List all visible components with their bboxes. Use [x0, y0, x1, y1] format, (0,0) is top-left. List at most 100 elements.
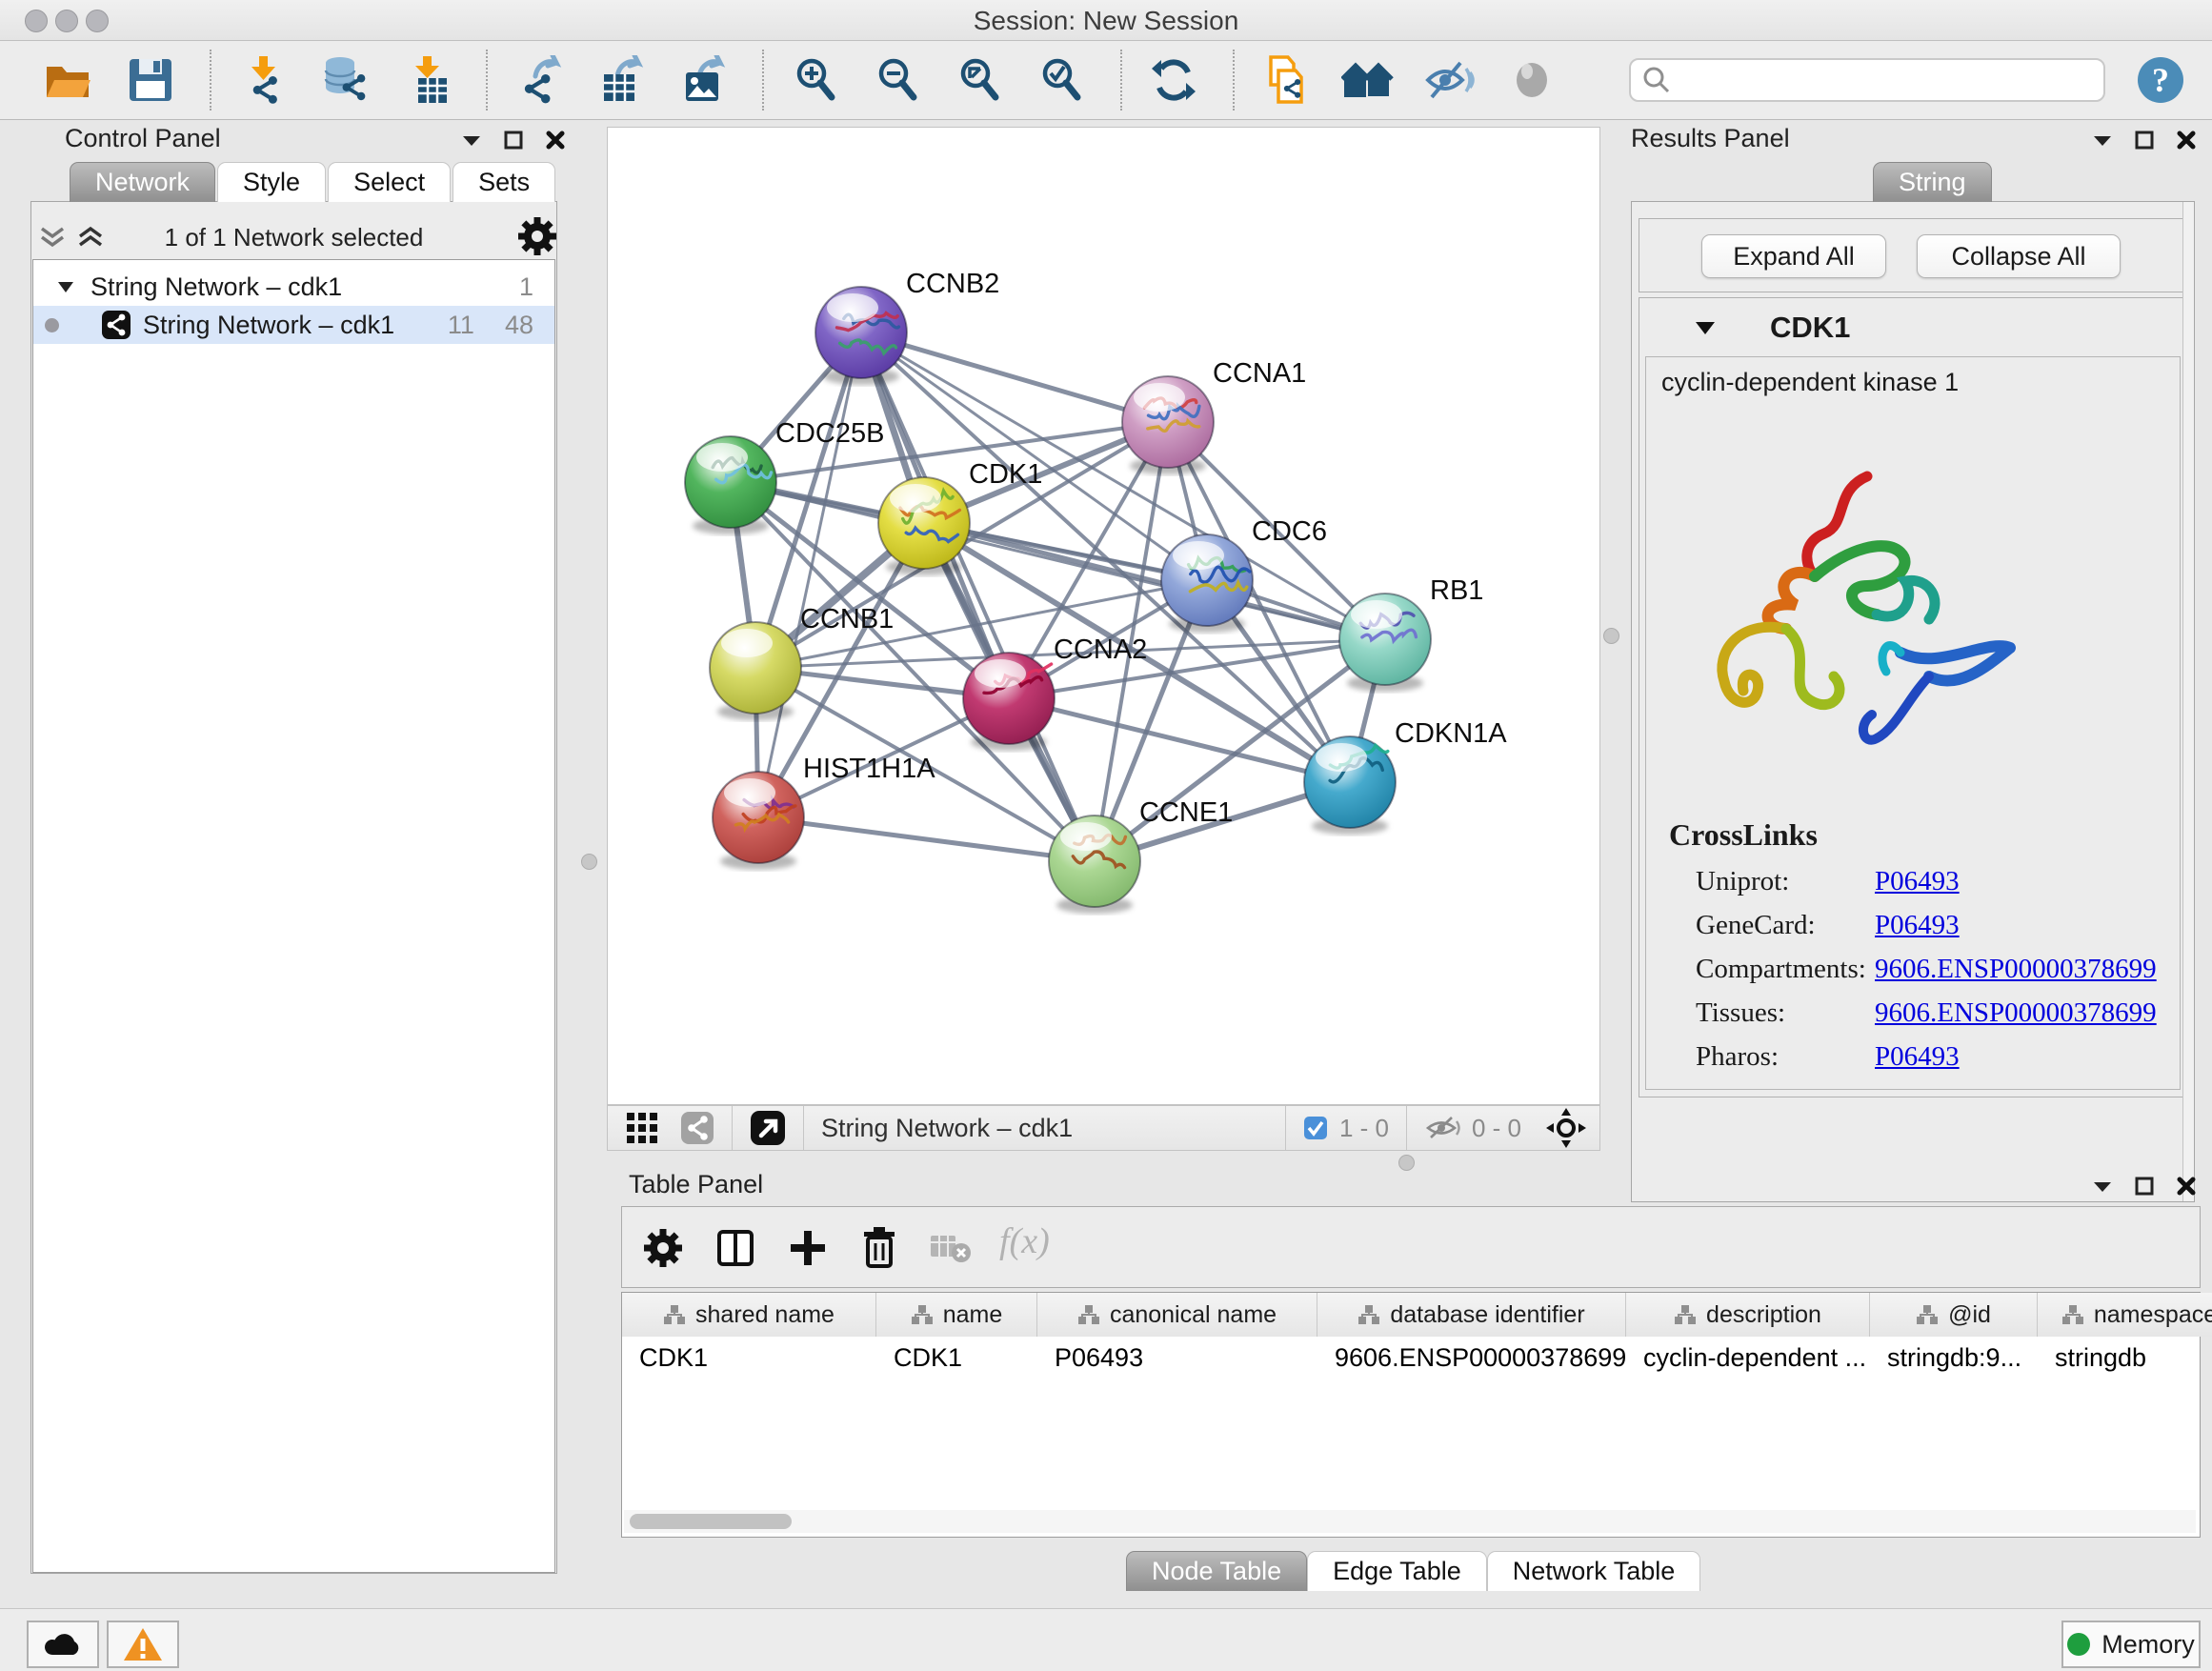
tab-edge-table[interactable]: Edge Table	[1307, 1551, 1487, 1591]
first-neighbors-icon[interactable]	[1341, 53, 1395, 107]
results-scrollbar[interactable]	[2182, 202, 2194, 1201]
warnings-button[interactable]	[107, 1621, 179, 1668]
panel-close-icon[interactable]	[2176, 1176, 2197, 1197]
network-tree-root-row[interactable]: String Network – cdk1 1	[33, 268, 554, 306]
network-share-icon[interactable]	[680, 1111, 714, 1145]
panel-float-icon[interactable]	[2134, 130, 2155, 151]
column-header--id[interactable]: @id	[1870, 1293, 2038, 1337]
column-header-description[interactable]: description	[1626, 1293, 1870, 1337]
delete-column-icon[interactable]	[858, 1226, 900, 1270]
import-database-icon[interactable]	[318, 53, 372, 107]
export-image-icon[interactable]	[676, 53, 730, 107]
show-all-icon[interactable]	[1505, 53, 1558, 107]
column-header-name[interactable]: name	[876, 1293, 1037, 1337]
memory-button[interactable]: Memory	[2061, 1621, 2201, 1668]
save-session-icon[interactable]	[124, 53, 177, 107]
zoom-out-icon[interactable]	[871, 53, 924, 107]
zoom-in-icon[interactable]	[789, 53, 842, 107]
selected-checkbox-icon[interactable]	[1303, 1116, 1328, 1140]
edge-CCNB2-HIST1H1A[interactable]	[758, 332, 861, 817]
zoom-fit-icon[interactable]	[953, 53, 1006, 107]
zoom-selected-icon[interactable]	[1035, 53, 1088, 107]
table-options-gear-icon[interactable]	[643, 1228, 683, 1268]
search-input[interactable]	[1629, 58, 2105, 102]
crosslink-link[interactable]: P06493	[1875, 1041, 1960, 1073]
crosslink-link[interactable]: 9606.ENSP00000378699	[1875, 954, 2157, 985]
network-options-gear-icon[interactable]	[518, 217, 556, 255]
collapse-all-button[interactable]: Collapse All	[1917, 234, 2121, 278]
hide-selected-icon[interactable]	[1423, 53, 1477, 107]
network-graph[interactable]: CCNB2CCNA1CDC25BCDK1CDC6RB1CCNB1CCNA2CDK…	[608, 128, 1599, 1104]
panel-menu-icon[interactable]	[2092, 132, 2113, 148]
panel-close-icon[interactable]	[545, 130, 566, 151]
birds-eye-view-icon[interactable]	[1546, 1108, 1586, 1148]
right-splitter-handle[interactable]	[1603, 628, 1619, 644]
network-type-icon	[101, 310, 131, 340]
crosslink-link[interactable]: 9606.ENSP00000378699	[1875, 997, 2157, 1029]
export-network-icon[interactable]	[513, 53, 566, 107]
panel-float-icon[interactable]	[503, 130, 524, 151]
node-CCNE1[interactable]	[1049, 815, 1140, 914]
tab-sets[interactable]: Sets	[452, 162, 555, 202]
node-label-CCNE1: CCNE1	[1139, 797, 1233, 828]
table-cell[interactable]: CDK1	[876, 1337, 1037, 1379]
column-type-icon	[1077, 1304, 1100, 1325]
node-CDK1[interactable]	[878, 477, 970, 575]
export-table-icon[interactable]	[594, 53, 648, 107]
node-RB1[interactable]	[1339, 594, 1431, 692]
column-header-namespace[interactable]: namespace	[2038, 1293, 2212, 1337]
node-CCNB1[interactable]	[710, 622, 801, 720]
crosslink-link[interactable]: P06493	[1875, 910, 1960, 941]
crosslink-row: Uniprot: P06493	[1696, 859, 2172, 903]
node-CDKN1A[interactable]	[1304, 736, 1396, 835]
add-column-icon[interactable]	[788, 1228, 828, 1268]
panel-menu-icon[interactable]	[2092, 1178, 2113, 1194]
import-network-icon[interactable]	[236, 53, 290, 107]
crosslink-label: Compartments:	[1696, 954, 1875, 985]
tree-root-label: String Network – cdk1	[90, 272, 342, 302]
column-header-database-identifier[interactable]: database identifier	[1317, 1293, 1626, 1337]
refresh-icon[interactable]	[1147, 53, 1200, 107]
tab-style[interactable]: Style	[217, 162, 326, 202]
crosslink-link[interactable]: P06493	[1875, 866, 1960, 897]
table-cell[interactable]: P06493	[1037, 1337, 1317, 1379]
import-table-icon[interactable]	[400, 53, 453, 107]
hscroll-thumb[interactable]	[630, 1514, 792, 1529]
node-HIST1H1A[interactable]	[713, 772, 804, 870]
column-header-canonical-name[interactable]: canonical name	[1037, 1293, 1317, 1337]
tab-select[interactable]: Select	[328, 162, 451, 202]
open-session-icon[interactable]	[42, 53, 95, 107]
copy-network-icon[interactable]	[1259, 53, 1313, 107]
network-tree-child-row[interactable]: String Network – cdk1 11 48	[33, 306, 554, 344]
table-cell[interactable]: stringdb:9...	[1870, 1337, 2038, 1379]
node-CCNA1[interactable]	[1122, 376, 1214, 474]
show-columns-icon[interactable]	[715, 1228, 755, 1268]
table-cell[interactable]: CDK1	[622, 1337, 876, 1379]
node-CDC6[interactable]	[1161, 534, 1253, 633]
table-cell[interactable]: 9606.ENSP00000378699	[1317, 1337, 1626, 1379]
edge-HIST1H1A-CCNE1[interactable]	[758, 817, 1095, 861]
tab-network-table[interactable]: Network Table	[1487, 1551, 1701, 1591]
help-button[interactable]: ?	[2136, 55, 2185, 105]
table-cell[interactable]: cyclin-dependent ...	[1626, 1337, 1870, 1379]
bottom-splitter-handle[interactable]	[1398, 1155, 1415, 1171]
network-canvas[interactable]: CCNB2CCNA1CDC25BCDK1CDC6RB1CCNB1CCNA2CDK…	[607, 127, 1600, 1105]
tree-expand-icon[interactable]	[56, 279, 75, 294]
tab-node-table[interactable]: Node Table	[1126, 1551, 1307, 1591]
panel-close-icon[interactable]	[2176, 130, 2197, 151]
column-header-shared-name[interactable]: shared name	[622, 1293, 876, 1337]
node-CDC25B[interactable]	[685, 436, 776, 534]
tab-string[interactable]: String	[1873, 162, 1992, 202]
table-cell[interactable]: stringdb	[2038, 1337, 2212, 1379]
tab-network[interactable]: Network	[70, 162, 215, 202]
grid-view-icon[interactable]	[625, 1111, 659, 1145]
cloud-services-button[interactable]	[27, 1621, 99, 1668]
panel-float-icon[interactable]	[2134, 1176, 2155, 1197]
expand-all-button[interactable]: Expand All	[1701, 234, 1886, 278]
result-collapse-icon[interactable]	[1694, 318, 1717, 337]
open-in-new-window-icon[interactable]	[750, 1110, 786, 1146]
crosslink-label: Tissues:	[1696, 997, 1875, 1029]
table-hscrollbar[interactable]	[624, 1510, 2196, 1533]
left-splitter-handle[interactable]	[581, 854, 597, 870]
panel-menu-icon[interactable]	[461, 132, 482, 148]
